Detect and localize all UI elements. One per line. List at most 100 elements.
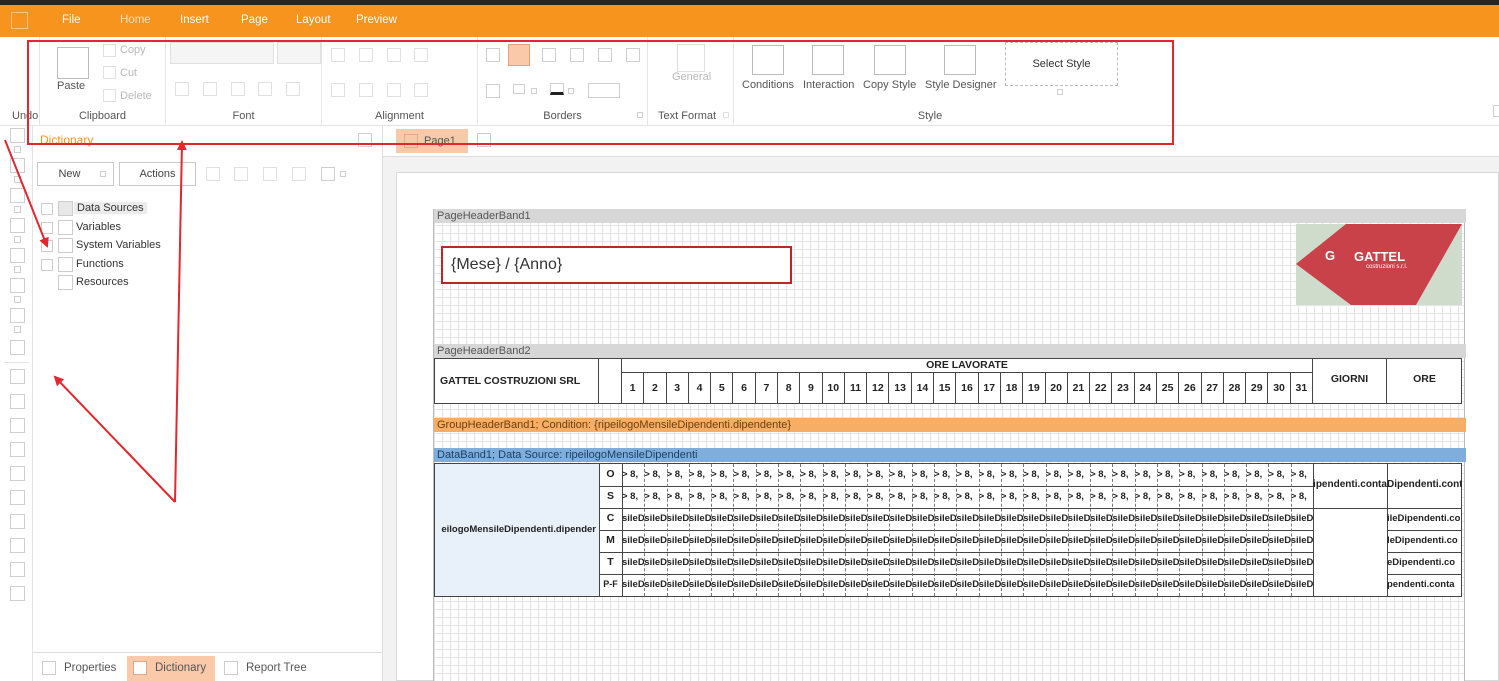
band-tool-icon[interactable]	[10, 158, 25, 173]
day-value-cell[interactable]: > 8,	[956, 464, 978, 486]
day-value-cell[interactable]: sileD	[912, 574, 934, 596]
day-value-cell[interactable]: > 8,	[1157, 464, 1179, 486]
ore-value-cell[interactable]: leDipendenti.co	[1387, 530, 1462, 552]
border-style-icon[interactable]	[513, 84, 525, 94]
barcode-tool-icon[interactable]	[10, 278, 25, 293]
day-value-cell[interactable]: sileD	[644, 530, 666, 552]
select-style-dropdown-icon[interactable]	[1057, 89, 1063, 95]
day-value-cell[interactable]: sileD	[711, 552, 733, 574]
panel-pin-icon[interactable]	[358, 133, 372, 147]
day-value-cell[interactable]: > 8,	[644, 464, 666, 486]
day-value-cell[interactable]: > 8,	[1224, 486, 1246, 508]
day-value-cell[interactable]: sileD	[1135, 530, 1157, 552]
day-cell[interactable]: 16	[956, 373, 979, 403]
day-value-cell[interactable]: sileD	[912, 552, 934, 574]
add-page-icon[interactable]	[477, 133, 491, 147]
day-value-cell[interactable]: > 8,	[1291, 486, 1313, 508]
day-value-cell[interactable]: > 8,	[1090, 464, 1112, 486]
day-value-cell[interactable]: sileD	[1291, 574, 1313, 596]
day-value-cell[interactable]: sileD	[689, 530, 711, 552]
day-cell[interactable]: 12	[867, 373, 890, 403]
day-value-cell[interactable]: > 8,	[622, 486, 644, 508]
menu-insert[interactable]: Insert	[180, 14, 209, 26]
day-value-cell[interactable]: > 8,	[1157, 486, 1179, 508]
day-value-cell[interactable]: sileD	[1157, 574, 1179, 596]
day-cell[interactable]: 3	[667, 373, 689, 403]
day-value-cell[interactable]: sileD	[800, 574, 822, 596]
day-value-cell[interactable]: sileD	[1001, 574, 1023, 596]
copy-style-icon[interactable]	[874, 45, 906, 75]
day-value-cell[interactable]: sileD	[823, 508, 845, 530]
page-header-band-2[interactable]: PageHeaderBand2	[434, 344, 1466, 358]
day-cell[interactable]: 18	[1001, 373, 1024, 403]
day-value-cell[interactable]: sileD	[1090, 552, 1112, 574]
day-value-cell[interactable]: sileD	[845, 508, 867, 530]
style-designer-icon[interactable]	[944, 45, 976, 75]
day-value-cell[interactable]: > 8,	[845, 486, 867, 508]
day-value-cell[interactable]: sileD	[1224, 552, 1246, 574]
line-tool-icon[interactable]	[10, 442, 25, 457]
day-value-cell[interactable]: sileD	[979, 508, 1001, 530]
day-cell[interactable]: 8	[778, 373, 801, 403]
menu-page[interactable]: Page	[241, 14, 268, 26]
day-value-cell[interactable]: sileD	[1090, 574, 1112, 596]
underline-icon[interactable]	[231, 82, 245, 96]
row-code-cell[interactable]: S	[599, 486, 622, 508]
group-header-band[interactable]: GroupHeaderBand1; Condition: {ripeilogoM…	[434, 418, 1466, 432]
day-value-cell[interactable]: sileD	[1112, 530, 1134, 552]
interaction-button[interactable]: Interaction	[803, 79, 854, 91]
day-value-cell[interactable]: sileD	[733, 508, 755, 530]
expand-icon[interactable]	[41, 222, 53, 234]
ore-cell[interactable]: ORE	[1387, 359, 1462, 403]
actions-button[interactable]: Actions	[119, 162, 196, 186]
day-value-cell[interactable]: > 8,	[845, 464, 867, 486]
day-value-cell[interactable]: > 8,	[622, 464, 644, 486]
menu-file[interactable]: File	[62, 14, 81, 26]
ore-value-cell[interactable]: pendenti.conta	[1387, 574, 1462, 596]
day-cell[interactable]: 10	[823, 373, 845, 403]
day-value-cell[interactable]: sileD	[1112, 508, 1134, 530]
day-value-cell[interactable]: > 8,	[778, 464, 800, 486]
row-code-cell[interactable]: P-F	[599, 574, 622, 596]
day-cell[interactable]: 19	[1023, 373, 1046, 403]
border-all-icon[interactable]	[486, 48, 500, 62]
day-value-cell[interactable]: > 8,	[1068, 486, 1090, 508]
day-value-cell[interactable]: sileD	[778, 530, 800, 552]
day-value-cell[interactable]: sileD	[1046, 552, 1068, 574]
tool-expand-icon[interactable]	[14, 326, 21, 333]
subreport-tool-icon[interactable]	[10, 490, 25, 505]
day-value-cell[interactable]: sileD	[1291, 508, 1313, 530]
day-value-cell[interactable]: sileD	[1090, 530, 1112, 552]
day-value-cell[interactable]: sileD	[800, 530, 822, 552]
giorni-value-cell[interactable]: ipendenti.conta	[1313, 474, 1387, 496]
day-value-cell[interactable]: sileD	[1135, 574, 1157, 596]
day-value-cell[interactable]: > 8,	[733, 486, 755, 508]
day-value-cell[interactable]: > 8,	[823, 464, 845, 486]
strikethrough-icon[interactable]	[258, 82, 272, 96]
ribbon-collapse-icon[interactable]	[1493, 105, 1499, 117]
copy-icon[interactable]	[103, 44, 116, 57]
day-value-cell[interactable]: sileD	[1246, 530, 1268, 552]
day-value-cell[interactable]: sileD	[1179, 508, 1201, 530]
undo-button[interactable]: Undo	[12, 110, 39, 122]
day-cell[interactable]: 14	[912, 373, 935, 403]
menu-home[interactable]: Home	[120, 14, 151, 26]
day-value-cell[interactable]: sileD	[644, 552, 666, 574]
border-width-select[interactable]	[588, 83, 620, 98]
tool-expand-icon[interactable]	[14, 146, 21, 153]
rectangle-tool-icon[interactable]	[10, 466, 25, 481]
day-value-cell[interactable]: sileD	[1268, 530, 1290, 552]
day-cell[interactable]: 17	[979, 373, 1001, 403]
day-value-cell[interactable]: sileD	[845, 530, 867, 552]
page-header-band-1[interactable]: PageHeaderBand1	[434, 209, 1466, 223]
day-value-cell[interactable]: sileD	[1001, 530, 1023, 552]
day-value-cell[interactable]: sileD	[1268, 508, 1290, 530]
border-style-dropdown-icon[interactable]	[531, 88, 537, 94]
tab-properties[interactable]: Properties	[36, 656, 124, 681]
border-color-dropdown-icon[interactable]	[568, 88, 574, 94]
day-value-cell[interactable]: > 8,	[823, 486, 845, 508]
interaction-icon[interactable]	[812, 45, 844, 75]
dipendente-cell[interactable]: eilogoMensileDipendenti.dipender	[435, 464, 599, 596]
delete-icon[interactable]	[103, 89, 116, 102]
border-left-icon[interactable]	[570, 48, 584, 62]
